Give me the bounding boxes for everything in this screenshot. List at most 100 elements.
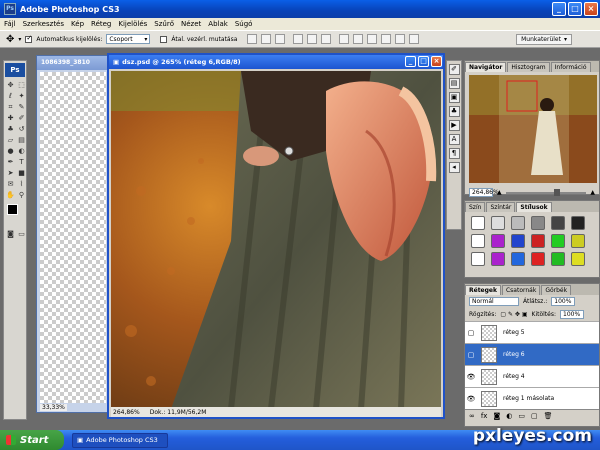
layer-row[interactable]: ▢ réteg 5 (465, 321, 599, 343)
distribute-center-icon[interactable] (395, 34, 406, 44)
style-swatch[interactable] (551, 252, 565, 266)
style-swatch[interactable] (511, 252, 525, 266)
brush-tool-icon[interactable]: ✐ (17, 114, 26, 123)
menu-select[interactable]: Kijelölés (118, 20, 147, 28)
style-swatch[interactable] (491, 216, 505, 230)
navigator-preview[interactable] (469, 75, 597, 183)
opacity-input[interactable]: 100% (551, 297, 576, 306)
style-swatch[interactable] (471, 252, 485, 266)
eraser-tool-icon[interactable]: ▱ (6, 136, 15, 145)
tool-presets-icon[interactable]: ▤ (448, 78, 460, 89)
hand-tool-icon[interactable]: ✋ (6, 191, 15, 200)
eye-icon[interactable]: 👁 (465, 395, 477, 403)
layer-row[interactable]: ▢ réteg 6 (465, 343, 599, 365)
paragraph-panel-icon[interactable]: ¶ (448, 148, 460, 159)
menu-filter[interactable]: Szűrő (154, 20, 174, 28)
distribute-top-icon[interactable] (339, 34, 350, 44)
move-tool-icon[interactable]: ✥ (6, 34, 14, 45)
style-swatch[interactable] (471, 234, 485, 248)
path-select-tool-icon[interactable]: ➤ (6, 169, 15, 178)
tab-swatches[interactable]: Színtár (486, 202, 516, 212)
stamp-tool-icon[interactable]: ♣ (6, 125, 15, 134)
layer-row[interactable]: 👁 réteg 1 másolata (465, 387, 599, 409)
distribute-bottom-icon[interactable] (367, 34, 378, 44)
crop-tool-icon[interactable]: ⌗ (6, 103, 15, 112)
zoom-in-icon[interactable]: ▲ (590, 189, 595, 196)
screen-mode-icon[interactable]: ▭ (17, 230, 26, 239)
align-top-icon[interactable] (247, 34, 258, 44)
zoom-out-icon[interactable]: ▲ (497, 189, 502, 196)
panel-expand-icon[interactable]: ◂ (448, 162, 460, 173)
new-layer-icon[interactable]: ▢ (531, 412, 538, 420)
eye-icon[interactable]: 👁 (465, 373, 477, 381)
tab-histogram[interactable]: Hisztogram (507, 62, 550, 72)
auto-select-checkbox[interactable] (25, 34, 33, 43)
style-swatch[interactable] (491, 252, 505, 266)
tab-paths[interactable]: Görbék (541, 285, 572, 295)
tab-channels[interactable]: Csatornák (501, 285, 541, 295)
layer-row[interactable]: 👁 réteg 4 (465, 365, 599, 387)
dodge-tool-icon[interactable]: ◐ (17, 147, 26, 156)
actions-icon[interactable]: ▶ (448, 120, 460, 131)
fx-icon[interactable]: fx (481, 412, 488, 420)
style-swatch[interactable] (571, 234, 585, 248)
navigator-zoom-input[interactable]: 264,86% (469, 188, 499, 197)
document-minimize-button[interactable]: _ (405, 56, 416, 67)
style-swatch[interactable] (531, 252, 545, 266)
lock-icon[interactable]: ▢ ✎ ✥ ▣ (500, 311, 527, 318)
distribute-middle-icon[interactable] (353, 34, 364, 44)
shape-tool-icon[interactable]: ■ (17, 169, 26, 178)
style-swatch[interactable] (471, 216, 485, 230)
eyedropper-tool-icon[interactable]: ⌇ (17, 180, 26, 189)
character-panel-icon[interactable]: A (448, 134, 460, 145)
style-swatch[interactable] (551, 234, 565, 248)
document-canvas[interactable] (111, 71, 441, 409)
link-icon[interactable]: ∞ (469, 412, 475, 420)
slice-tool-icon[interactable]: ✎ (17, 103, 26, 112)
clone-source-icon[interactable]: ♣ (448, 106, 460, 117)
distribute-left-icon[interactable] (381, 34, 392, 44)
chevron-down-icon[interactable]: ▾ (18, 36, 21, 43)
magic-wand-tool-icon[interactable]: ✦ (17, 92, 26, 101)
move-tool-icon[interactable]: ✥ (6, 81, 15, 90)
brush-panel-icon[interactable]: ✐ (448, 64, 460, 75)
menu-help[interactable]: Súgó (235, 20, 253, 28)
type-tool-icon[interactable]: T (17, 158, 26, 167)
align-right-icon[interactable] (321, 34, 332, 44)
adjustment-icon[interactable]: ◐ (506, 412, 512, 420)
background-document-title[interactable]: 1086398_3810 (37, 56, 109, 70)
tab-layers[interactable]: Rétegek (465, 285, 501, 295)
mask-icon[interactable]: ◙ (493, 412, 500, 420)
start-button[interactable]: Start (0, 430, 64, 450)
color-swatches[interactable] (6, 204, 24, 224)
align-bottom-icon[interactable] (275, 34, 286, 44)
history-brush-tool-icon[interactable]: ↺ (17, 125, 26, 134)
style-swatch[interactable] (511, 234, 525, 248)
style-swatch[interactable] (571, 252, 585, 266)
visibility-toggle[interactable]: ▢ (465, 351, 477, 359)
menu-view[interactable]: Nézet (181, 20, 201, 28)
gradient-tool-icon[interactable]: ▤ (17, 136, 26, 145)
tab-color[interactable]: Szín (465, 202, 486, 212)
align-middle-icon[interactable] (261, 34, 272, 44)
lasso-tool-icon[interactable]: ℓ (6, 92, 15, 101)
menu-edit[interactable]: Szerkesztés (23, 20, 64, 28)
style-swatch[interactable] (491, 234, 505, 248)
blend-mode-dropdown[interactable]: Normál (469, 297, 519, 306)
background-document-window[interactable]: 1086398_3810 33,33% (36, 55, 110, 413)
healing-tool-icon[interactable]: ✚ (6, 114, 15, 123)
style-swatch[interactable] (511, 216, 525, 230)
workspace-button[interactable]: Munkaterület ▾ (516, 34, 572, 45)
transparent-canvas[interactable] (40, 72, 106, 403)
align-center-icon[interactable] (307, 34, 318, 44)
close-button[interactable]: × (584, 2, 598, 16)
trash-icon[interactable]: 🗑 (544, 412, 553, 420)
foreground-color-swatch[interactable] (7, 204, 18, 215)
align-left-icon[interactable] (293, 34, 304, 44)
document-close-button[interactable]: × (431, 56, 442, 67)
menu-layer[interactable]: Réteg (91, 20, 111, 28)
tab-info[interactable]: Információ (550, 62, 591, 72)
visibility-toggle[interactable]: ▢ (465, 329, 477, 337)
menu-image[interactable]: Kép (71, 20, 84, 28)
active-document-window[interactable]: ▣ dsz.psd @ 265% (réteg 6,RGB/8) _ □ × 2… (107, 53, 445, 419)
